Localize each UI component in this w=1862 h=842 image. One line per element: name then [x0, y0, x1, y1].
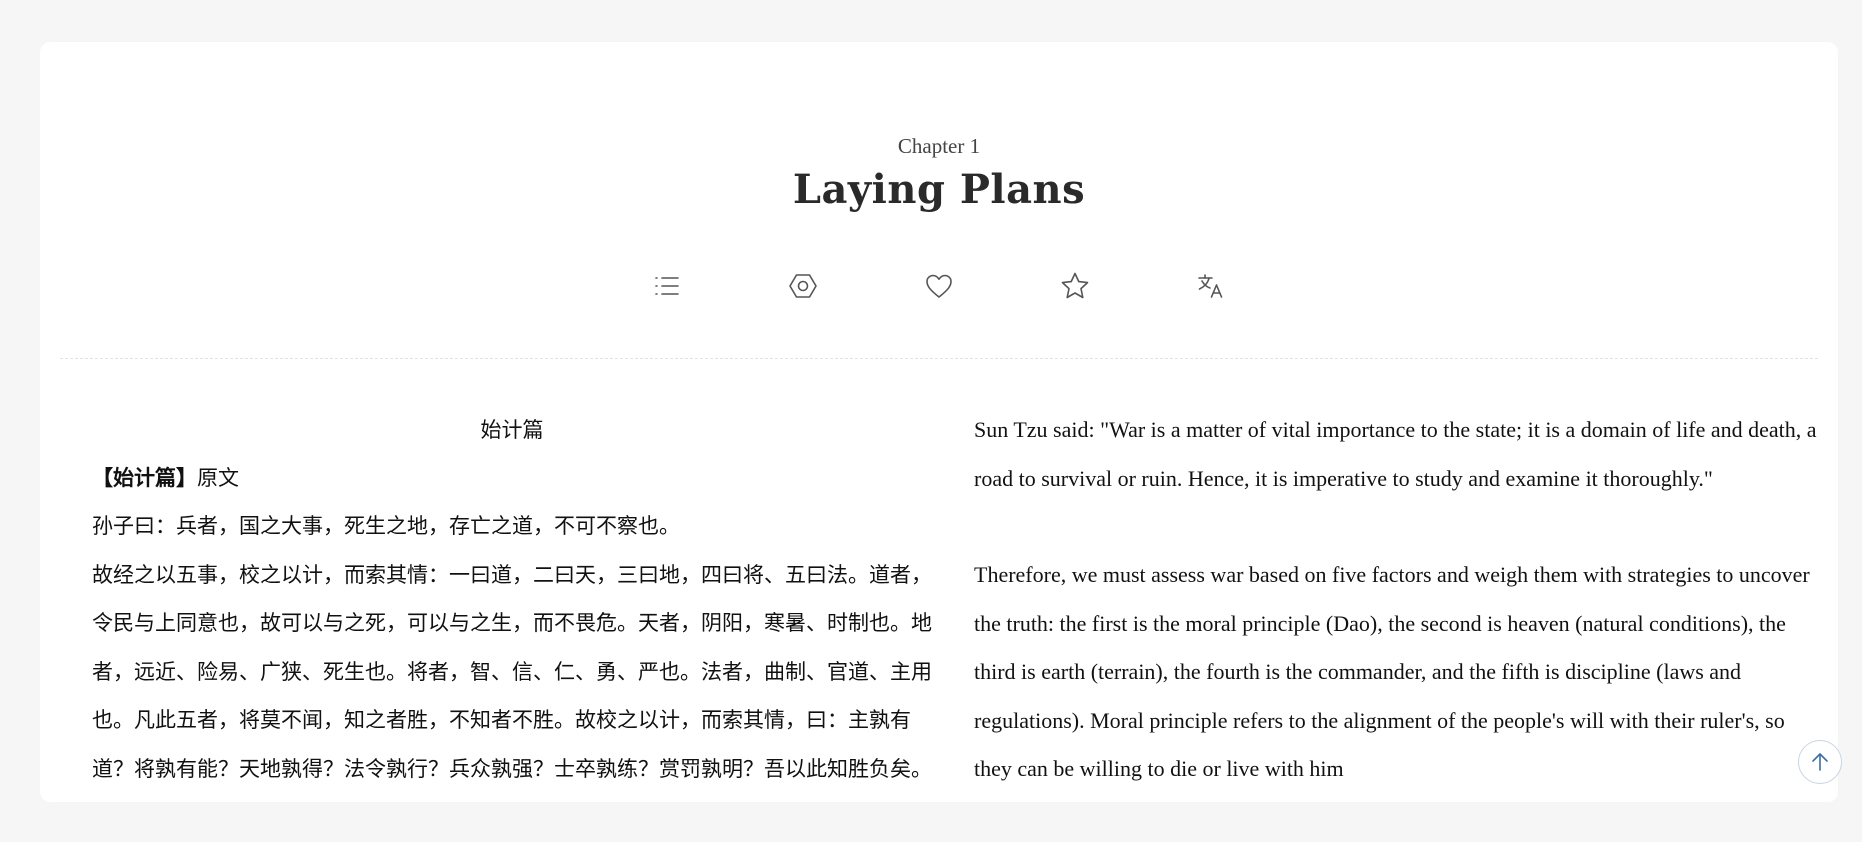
original-paragraph: 孙子曰：兵者，国之大事，死生之地，存亡之道，不可不察也。	[92, 514, 680, 538]
chapter-title: Laying Plans	[792, 166, 1086, 213]
favorite-button[interactable]	[1007, 266, 1143, 306]
section-title: 始计篇	[480, 418, 544, 442]
chapter-card: Chapter 1 Laying Plans 始计篇 【始计篇】原文 孙子曰：兵…	[40, 42, 1838, 802]
contents-button[interactable]	[599, 266, 735, 306]
translation-paragraph: Sun Tzu said: "War is a matter of vital …	[974, 417, 1817, 491]
scroll-to-top-button[interactable]	[1798, 740, 1842, 784]
chapter-label: Chapter 1	[897, 134, 981, 158]
translation-paragraph: Therefore, we must assess war based on f…	[974, 562, 1810, 781]
heart-icon	[926, 274, 952, 298]
settings-button[interactable]	[735, 266, 871, 306]
translate-icon	[1198, 274, 1223, 298]
star-icon	[1061, 272, 1089, 299]
section-subheading: 【始计篇】原文	[92, 454, 932, 502]
like-button[interactable]	[871, 266, 1007, 306]
original-text-column: 始计篇 【始计篇】原文 孙子曰：兵者，国之大事，死生之地，存亡之道，不可不察也。…	[92, 406, 932, 793]
chapter-toolbar	[40, 266, 1838, 306]
arrow-up-icon	[1812, 753, 1828, 771]
translation-column: Sun Tzu said: "War is a matter of vital …	[974, 406, 1824, 842]
header-divider	[60, 358, 1818, 359]
subheading-bold: 【始计篇】	[92, 466, 197, 490]
translate-button[interactable]	[1143, 266, 1279, 306]
contents-list-icon	[655, 277, 679, 295]
original-paragraph: 故经之以五事，校之以计，而索其情：一曰道，二曰天，三曰地，四曰将、五曰法。道者，…	[92, 562, 932, 781]
subheading-rest: 原文	[197, 466, 239, 490]
settings-hexagon-icon	[789, 274, 817, 298]
